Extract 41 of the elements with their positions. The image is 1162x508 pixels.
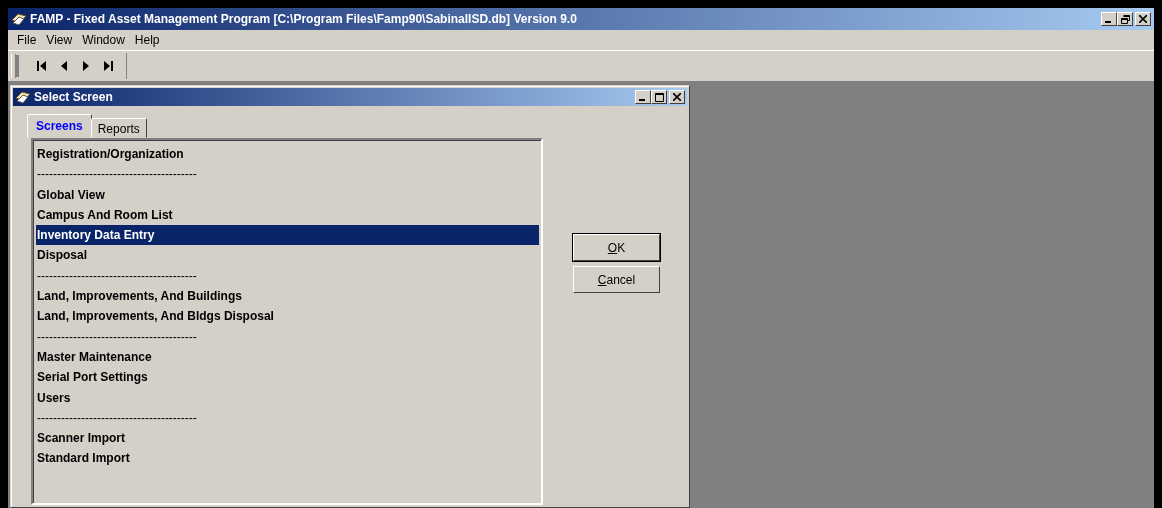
- close-button[interactable]: [1135, 12, 1151, 26]
- list-item[interactable]: Registration/Organization: [36, 144, 539, 165]
- restore-button[interactable]: [1117, 12, 1133, 26]
- left-arrow-icon: [36, 60, 48, 72]
- app-icon: [15, 89, 31, 105]
- dialog-title: Select Screen: [34, 90, 114, 104]
- cancel-button[interactable]: Cancel: [573, 266, 660, 293]
- list-item[interactable]: Global View: [36, 184, 539, 205]
- right-arrow-icon: [102, 60, 114, 72]
- list-item[interactable]: Land, Improvements, And Buildings: [36, 286, 539, 307]
- list-item[interactable]: Scanner Import: [36, 428, 539, 449]
- ok-button[interactable]: OK: [573, 234, 660, 261]
- list-item[interactable]: Disposal: [36, 245, 539, 266]
- separator-text: ----------------------------------------: [36, 409, 198, 427]
- minimize-button[interactable]: [1101, 12, 1117, 26]
- close-icon: [1139, 15, 1147, 23]
- menu-item[interactable]: View: [41, 33, 78, 47]
- list-item[interactable]: Inventory Data Entry: [36, 225, 539, 246]
- menu-item[interactable]: Window: [77, 33, 130, 47]
- minimize-button[interactable]: [635, 90, 651, 104]
- list-item[interactable]: Standard Import: [36, 448, 539, 469]
- maximize-icon: [654, 92, 664, 102]
- close-icon: [673, 93, 681, 101]
- close-button[interactable]: [669, 90, 685, 104]
- menu-item[interactable]: File: [12, 33, 42, 47]
- tab[interactable]: Screens: [27, 114, 92, 138]
- restore-icon: [1120, 14, 1130, 24]
- window-title: FAMP - Fixed Asset Management Program [C:\Program Files\Famp90\SabinalISD.db] Version 9.0: [30, 12, 578, 26]
- list-item[interactable]: Land, Improvements, And Bldgs Disposal: [36, 306, 539, 327]
- maximize-button[interactable]: [651, 90, 667, 104]
- separator-text: ----------------------------------------: [36, 166, 198, 184]
- list-item[interactable]: Users: [36, 387, 539, 408]
- list-item[interactable]: Master Maintenance: [36, 346, 539, 368]
- separator-text: ----------------------------------------: [36, 328, 198, 346]
- app-icon: [11, 11, 27, 27]
- menu-item[interactable]: Help: [129, 33, 165, 47]
- list-item[interactable]: Serial Port Settings: [36, 367, 539, 388]
- separator-text: ----------------------------------------: [36, 267, 198, 285]
- tab[interactable]: Reports: [90, 118, 147, 138]
- list-item[interactable]: Campus And Room List: [36, 204, 539, 226]
- toolbar-grip[interactable]: [11, 54, 16, 78]
